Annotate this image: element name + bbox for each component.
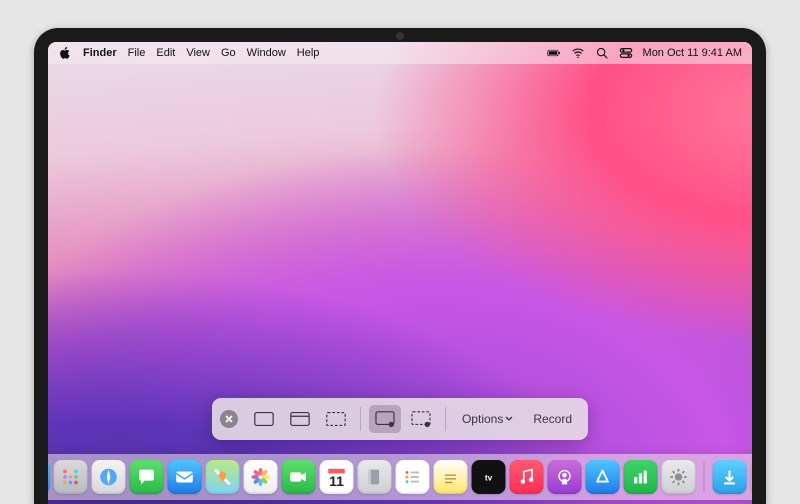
dock-safari[interactable] <box>92 460 126 494</box>
dock-reminders[interactable] <box>396 460 430 494</box>
camera-notch <box>396 32 404 40</box>
dock-mail[interactable] <box>168 460 202 494</box>
chevron-down-icon <box>505 416 513 422</box>
capture-selection-button[interactable] <box>320 405 352 433</box>
menu-window[interactable]: Window <box>247 47 286 59</box>
laptop-frame: Finder File Edit View Go Window Help Mon Oct … <box>34 28 766 504</box>
menubar-left: Finder File Edit View Go Window Help <box>58 46 319 60</box>
options-label: Options <box>462 412 503 426</box>
dock-appstore[interactable] <box>586 460 620 494</box>
dock-trash[interactable] <box>751 460 753 494</box>
menu-view[interactable]: View <box>186 47 210 59</box>
record-entire-screen-button[interactable] <box>369 405 401 433</box>
capture-window-button[interactable] <box>284 405 316 433</box>
dock-numbers[interactable] <box>624 460 658 494</box>
dock-contacts[interactable] <box>358 460 392 494</box>
dock-music[interactable] <box>510 460 544 494</box>
toolbar-separator <box>445 407 446 431</box>
dock-photos[interactable] <box>244 460 278 494</box>
wifi-icon[interactable] <box>571 46 585 60</box>
screenshot-toolbar: Options Record <box>212 398 588 440</box>
menu-edit[interactable]: Edit <box>156 47 175 59</box>
dock: 11 tv <box>48 454 752 500</box>
dock-maps[interactable] <box>206 460 240 494</box>
menu-help[interactable]: Help <box>297 47 320 59</box>
dock-tv[interactable]: tv <box>472 460 506 494</box>
menu-file[interactable]: File <box>128 47 146 59</box>
battery-icon[interactable] <box>547 46 561 60</box>
svg-text:tv: tv <box>485 474 493 483</box>
control-center-icon[interactable] <box>619 46 633 60</box>
screenshot-options-button[interactable]: Options <box>454 412 521 426</box>
dock-facetime[interactable] <box>282 460 316 494</box>
dock-finder[interactable] <box>48 460 50 494</box>
record-label: Record <box>533 412 572 426</box>
menubar: Finder File Edit View Go Window Help Mon Oct … <box>48 42 752 64</box>
menubar-right: Mon Oct 11 9:41 AM <box>547 46 742 60</box>
dock-calendar[interactable]: 11 <box>320 460 354 494</box>
dock-podcasts[interactable] <box>548 460 582 494</box>
screen: Finder File Edit View Go Window Help Mon Oct … <box>48 42 752 504</box>
spotlight-icon[interactable] <box>595 46 609 60</box>
record-selection-button[interactable] <box>405 405 437 433</box>
menu-go[interactable]: Go <box>221 47 236 59</box>
apple-menu-icon[interactable] <box>58 46 72 60</box>
dock-downloads[interactable] <box>713 460 747 494</box>
capture-entire-screen-button[interactable] <box>248 405 280 433</box>
toolbar-separator <box>360 407 361 431</box>
dock-messages[interactable] <box>130 460 164 494</box>
dock-launchpad[interactable] <box>54 460 88 494</box>
screenshot-record-button[interactable]: Record <box>525 412 580 426</box>
screenshot-close-button[interactable] <box>220 410 238 428</box>
menubar-app-name[interactable]: Finder <box>83 47 117 59</box>
dock-separator <box>704 462 705 492</box>
menubar-clock[interactable]: Mon Oct 11 9:41 AM <box>643 47 742 59</box>
dock-notes[interactable] <box>434 460 468 494</box>
dock-settings[interactable] <box>662 460 696 494</box>
